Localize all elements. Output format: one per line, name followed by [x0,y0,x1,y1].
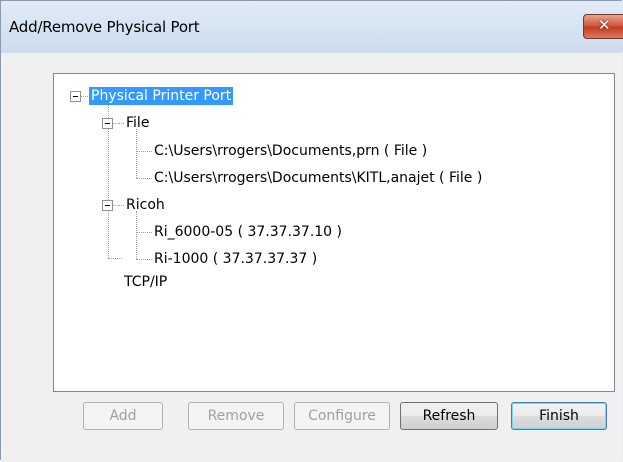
finish-button[interactable]: Finish [511,402,607,430]
tree-line [118,205,124,206]
tree-line [136,211,137,259]
tree-line [80,96,88,97]
refresh-button[interactable]: Refresh [400,402,498,430]
title-bar[interactable]: Add/Remove Physical Port ✕ [1,1,623,53]
close-icon: ✕ [598,16,611,34]
tree-line [136,232,152,233]
tree-line [118,123,124,124]
collapse-ricoh-icon[interactable] [102,200,113,211]
tree-line [136,151,152,152]
collapse-root-icon[interactable] [70,91,81,102]
tree-line [136,129,137,178]
tree-node-root[interactable]: Physical Printer Port [89,87,234,105]
remove-button[interactable]: Remove [188,402,284,430]
close-button[interactable]: ✕ [583,14,623,39]
collapse-file-icon[interactable] [102,118,113,129]
tree-node-ricoh[interactable]: Ricoh [126,196,165,214]
tree-line [108,258,122,259]
dialog-title: Add/Remove Physical Port [9,18,200,36]
tree-line [136,178,152,179]
tree-line [136,259,152,260]
tree-node-file-item[interactable]: C:\Users\rrogers\Documents\KITL,anajet (… [154,169,482,187]
tree-node-ricoh-item[interactable]: Ri_6000-05 ( 37.37.37.10 ) [154,223,342,241]
configure-button[interactable]: Configure [294,402,390,430]
tree-node-file-item[interactable]: C:\Users\rrogers\Documents,prn ( File ) [154,142,427,160]
add-button[interactable]: Add [83,402,163,430]
tree-node-ricoh-item[interactable]: Ri-1000 ( 37.37.37.37 ) [154,250,317,268]
port-tree[interactable]: Physical Printer Port File C:\Users\rrog… [53,73,615,392]
tree-node-tcpip[interactable]: TCP/IP [124,273,167,291]
tree-node-file[interactable]: File [126,114,149,132]
